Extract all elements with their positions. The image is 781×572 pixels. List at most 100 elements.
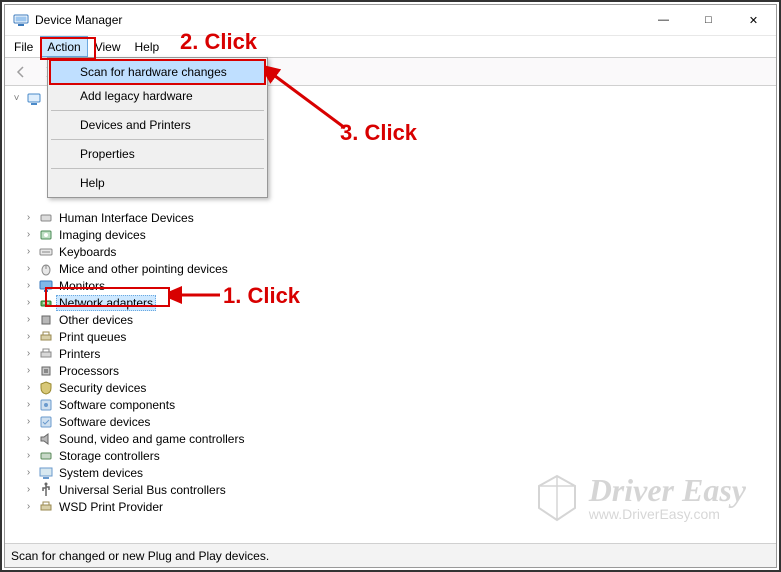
annotation-label-3: 3. Click	[340, 120, 417, 146]
window-titlebar: Device Manager — □ ✕	[5, 5, 776, 36]
menu-action[interactable]: Action	[40, 36, 87, 57]
menu-separator	[51, 110, 264, 111]
tree-node-label: Human Interface Devices	[56, 211, 197, 225]
menu-file[interactable]: File	[7, 36, 40, 57]
expand-icon[interactable]: ›	[21, 246, 36, 257]
monitor-icon	[37, 278, 55, 294]
status-bar: Scan for changed or new Plug and Play de…	[5, 543, 776, 567]
tree-node-label: Network adapters	[56, 295, 156, 311]
tree-node-network[interactable]: › Network adapters	[21, 294, 776, 311]
tree-node-label: Universal Serial Bus controllers	[56, 483, 229, 497]
tree-node-system[interactable]: › System devices	[21, 464, 776, 481]
expand-icon[interactable]: ›	[21, 450, 36, 461]
tree-node-label: Security devices	[56, 381, 149, 395]
tree-node-usb[interactable]: › Universal Serial Bus controllers	[21, 481, 776, 498]
swd-icon	[37, 414, 55, 430]
expand-icon[interactable]: ›	[21, 229, 36, 240]
tree-node-swd[interactable]: › Software devices	[21, 413, 776, 430]
network-icon	[37, 295, 55, 311]
window-controls: — □ ✕	[641, 5, 776, 35]
cpu-icon	[37, 363, 55, 379]
tree-node-sound[interactable]: › Sound, video and game controllers	[21, 430, 776, 447]
tree-node-printer[interactable]: › Printers	[21, 345, 776, 362]
maximize-button[interactable]: □	[686, 5, 731, 35]
expand-icon[interactable]: ›	[21, 501, 36, 512]
expand-icon[interactable]: ›	[21, 263, 36, 274]
status-text: Scan for changed or new Plug and Play de…	[11, 549, 269, 563]
mouse-icon	[37, 261, 55, 277]
other-icon	[37, 312, 55, 328]
tree-node-storage[interactable]: › Storage controllers	[21, 447, 776, 464]
usb-icon	[37, 482, 55, 498]
expand-icon[interactable]: ›	[21, 365, 36, 376]
menu-view[interactable]: View	[88, 36, 128, 57]
tree-node-label: Printers	[56, 347, 103, 361]
expand-icon[interactable]: ›	[21, 314, 36, 325]
system-icon	[37, 465, 55, 481]
tree-node-other[interactable]: › Other devices	[21, 311, 776, 328]
collapse-icon[interactable]: ˅	[9, 93, 24, 104]
tree-node-imaging[interactable]: › Imaging devices	[21, 226, 776, 243]
hid-icon	[37, 210, 55, 226]
tree-node-wsd[interactable]: › WSD Print Provider	[21, 498, 776, 515]
annotation-label-2: 2. Click	[180, 29, 257, 55]
tree-node-label: WSD Print Provider	[56, 500, 166, 514]
menu-item-properties[interactable]: Properties	[50, 142, 265, 166]
printer-icon	[37, 346, 55, 362]
tree-node-printq[interactable]: › Print queues	[21, 328, 776, 345]
tree-node-label: Print queues	[56, 330, 129, 344]
menu-item-add-legacy[interactable]: Add legacy hardware	[50, 84, 265, 108]
tree-node-swc[interactable]: › Software components	[21, 396, 776, 413]
close-button[interactable]: ✕	[731, 5, 776, 35]
imaging-icon	[37, 227, 55, 243]
expand-icon[interactable]: ›	[21, 416, 36, 427]
expand-icon[interactable]: ›	[21, 212, 36, 223]
expand-icon[interactable]: ›	[21, 348, 36, 359]
tree-node-label: Imaging devices	[56, 228, 149, 242]
tree-node-label: Other devices	[56, 313, 136, 327]
computer-icon	[25, 91, 43, 107]
tree-node-label: Keyboards	[56, 245, 119, 259]
expand-icon[interactable]: ›	[21, 399, 36, 410]
expand-icon[interactable]: ›	[21, 297, 36, 308]
tree-node-mouse[interactable]: › Mice and other pointing devices	[21, 260, 776, 277]
tree-node-hid[interactable]: › Human Interface Devices	[21, 209, 776, 226]
expand-icon[interactable]: ›	[21, 331, 36, 342]
expand-icon[interactable]: ›	[21, 484, 36, 495]
tree-node-label: Mice and other pointing devices	[56, 262, 231, 276]
tree-node-monitor[interactable]: › Monitors	[21, 277, 776, 294]
tree-node-label: Software components	[56, 398, 178, 412]
expand-icon[interactable]: ›	[21, 467, 36, 478]
sound-icon	[37, 431, 55, 447]
back-button[interactable]	[9, 61, 33, 83]
tree-node-keyboard[interactable]: › Keyboards	[21, 243, 776, 260]
annotation-label-1: 1. Click	[223, 283, 300, 309]
device-manager-icon	[13, 12, 29, 28]
tree-node-security[interactable]: › Security devices	[21, 379, 776, 396]
expand-icon[interactable]: ›	[21, 382, 36, 393]
tree-node-label: Monitors	[56, 279, 108, 293]
menu-item-devices-printers[interactable]: Devices and Printers	[50, 113, 265, 137]
keyboard-icon	[37, 244, 55, 260]
tree-node-label: Processors	[56, 364, 122, 378]
tree-node-cpu[interactable]: › Processors	[21, 362, 776, 379]
menu-bar: File Action View Help	[5, 36, 776, 58]
expand-icon[interactable]: ›	[21, 433, 36, 444]
menu-item-help[interactable]: Help	[50, 171, 265, 195]
tree-node-label: Software devices	[56, 415, 153, 429]
tree-node-label: Storage controllers	[56, 449, 163, 463]
printq-icon	[37, 329, 55, 345]
storage-icon	[37, 448, 55, 464]
menu-help[interactable]: Help	[128, 36, 167, 57]
tree-node-label: System devices	[56, 466, 146, 480]
window-title: Device Manager	[35, 13, 641, 27]
minimize-button[interactable]: —	[641, 5, 686, 35]
swc-icon	[37, 397, 55, 413]
expand-icon[interactable]: ›	[21, 280, 36, 291]
tree-node-label: Sound, video and game controllers	[56, 432, 247, 446]
menu-separator	[51, 168, 264, 169]
wsd-icon	[37, 499, 55, 515]
action-dropdown: Scan for hardware changes Add legacy har…	[47, 57, 268, 198]
menu-item-scan-hardware[interactable]: Scan for hardware changes	[50, 60, 265, 84]
security-icon	[37, 380, 55, 396]
